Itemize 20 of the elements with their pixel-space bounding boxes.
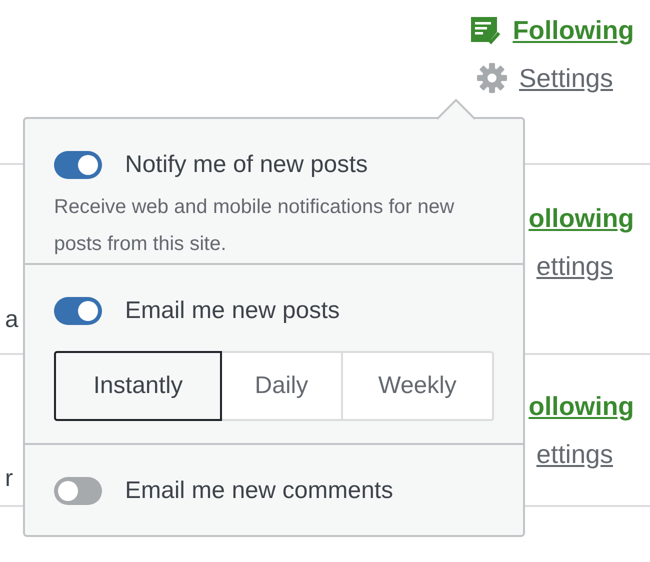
- toggle-label: Notify me of new posts: [125, 150, 368, 180]
- frequency-option[interactable]: Instantly: [54, 351, 222, 421]
- following-link[interactable]: ollowing: [528, 382, 650, 430]
- toggle-switch[interactable]: [54, 151, 102, 179]
- settings-icon: [477, 63, 508, 93]
- following-link[interactable]: Following: [470, 6, 650, 54]
- toggle-label: Email me new comments: [125, 476, 394, 506]
- toggle-switch[interactable]: [54, 297, 102, 325]
- reader-check-icon: [470, 15, 501, 45]
- following-link[interactable]: ollowing: [528, 194, 650, 242]
- toggle-label: Email me new posts: [125, 296, 340, 326]
- text-fragment: r: [5, 464, 13, 494]
- text-fragment: a: [5, 305, 18, 335]
- toggle-switch[interactable]: [54, 477, 102, 505]
- settings-link[interactable]: ettings: [536, 242, 650, 290]
- settings-link[interactable]: ettings: [536, 430, 650, 478]
- settings-link[interactable]: Settings: [477, 54, 650, 102]
- toggle-description: Receive web and mobile notifications for new posts from this site.: [54, 195, 456, 257]
- frequency-option[interactable]: Daily: [222, 351, 343, 421]
- frequency-option[interactable]: Weekly: [342, 351, 494, 421]
